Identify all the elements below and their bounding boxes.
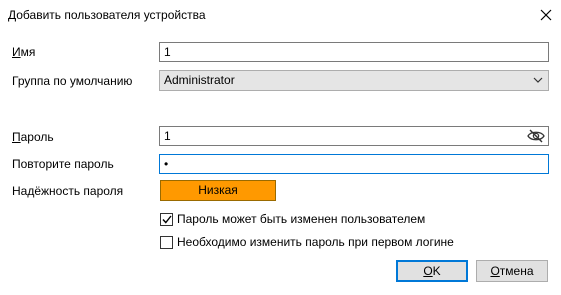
option-change-on-first-login[interactable]: Необходимо изменить пароль при первом ло… <box>160 235 454 249</box>
option-user-can-change-label: Пароль может быть изменен пользователем <box>177 212 426 226</box>
reveal-password-button[interactable] <box>527 129 545 148</box>
close-button[interactable] <box>531 0 561 30</box>
checkbox-change-on-first-login[interactable] <box>160 235 173 249</box>
group-select-value: Administrator <box>164 73 235 87</box>
name-label: Имя <box>12 45 36 59</box>
confirm-password-label: Повторите пароль <box>12 157 114 171</box>
close-icon <box>540 9 552 21</box>
password-label: Пароль <box>12 130 54 144</box>
option-user-can-change[interactable]: Пароль может быть изменен пользователем <box>160 212 425 226</box>
group-select[interactable]: Administrator <box>159 70 549 91</box>
checkbox-user-can-change[interactable] <box>160 212 173 226</box>
group-label: Группа по умолчанию <box>12 74 133 88</box>
password-value: 1 <box>164 129 171 143</box>
option-change-on-first-login-label: Необходимо изменить пароль при первом ло… <box>177 235 454 249</box>
name-input[interactable]: 1 <box>159 42 549 62</box>
eye-slash-icon <box>527 129 545 143</box>
title-bar: Добавить пользователя устройства <box>0 0 561 30</box>
confirm-password-input[interactable]: • <box>159 154 549 174</box>
chevron-down-icon <box>533 77 543 83</box>
ok-button[interactable]: OK <box>396 260 468 282</box>
window-title: Добавить пользователя устройства <box>8 8 206 22</box>
password-input[interactable]: 1 <box>159 126 549 146</box>
checkmark-icon <box>161 215 172 224</box>
password-strength-indicator: Низкая <box>160 180 276 201</box>
password-strength-label: Надёжность пароля <box>12 184 124 198</box>
cancel-button[interactable]: Отмена <box>476 260 548 282</box>
